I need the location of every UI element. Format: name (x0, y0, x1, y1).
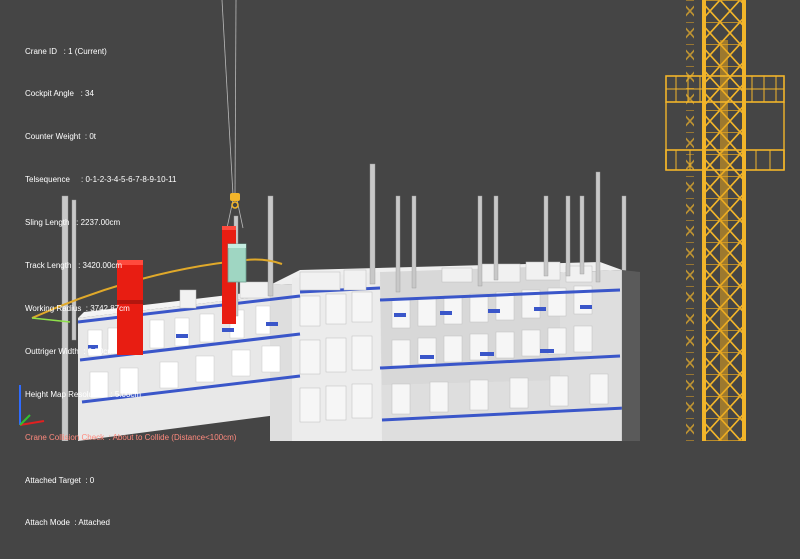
hud-crane-collision-check: Crane Collision Check : About to Collide… (25, 432, 237, 442)
hud-telsequence: Telsequence : 0-1-2-3-4-5-6-7-8-9-10-11 (25, 175, 177, 185)
hud-crane-id: Crane ID : 1 (Current) (25, 46, 107, 56)
hud-height-map-resolution: Height Map Resolution : 5.00cm (25, 389, 142, 399)
hud-attach-mode: Attach Mode : Attached (25, 518, 110, 528)
hud-outtriger-width: Outtriger Width : 0.00cm (25, 346, 114, 356)
hud-cockpit-angle: Cockpit Angle : 34 (25, 89, 94, 99)
hud-sling-length: Sling Length : 2237.00cm (25, 218, 121, 228)
hud-working-radius: Working Radius : 3742.87cm (25, 303, 130, 313)
hud-attached-target: Attached Target : 0 (25, 475, 95, 485)
crane-status-hud: Crane ID : 1 (Current) Cockpit Angle : 3… (25, 16, 236, 559)
hud-counter-weight: Counter Weight : 0t (25, 132, 96, 142)
hud-track-length: Track Length : 3420.00cm (25, 261, 123, 271)
